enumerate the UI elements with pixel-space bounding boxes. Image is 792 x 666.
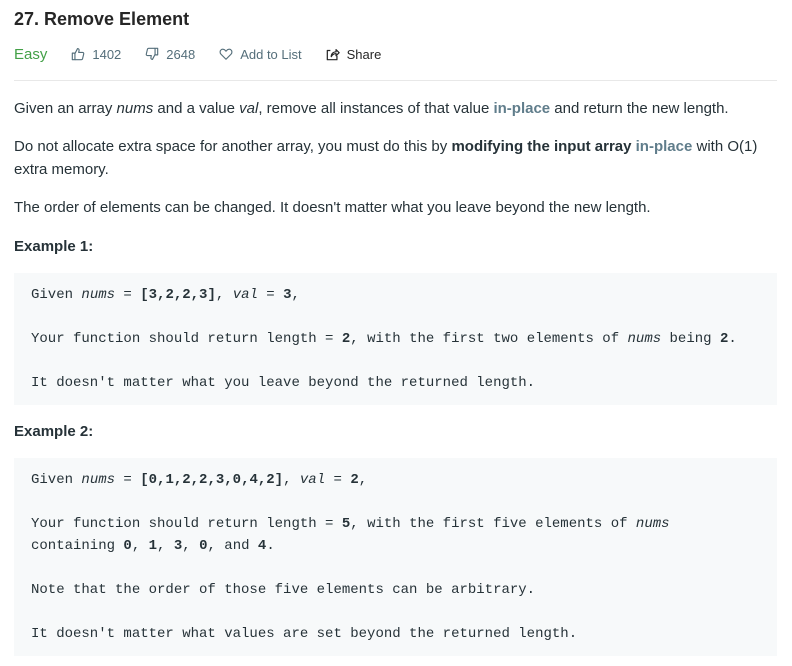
share-icon xyxy=(326,49,340,61)
code-line: It doesn't matter what values are set be… xyxy=(31,626,578,642)
difficulty-label: Easy xyxy=(14,45,48,63)
example-1-heading: Example 1: xyxy=(14,238,94,255)
code-line: It doesn't matter what you leave beyond … xyxy=(31,375,536,391)
code-line: Note that the order of those five elemen… xyxy=(31,582,536,598)
add-to-list-button[interactable]: Add to List xyxy=(219,46,302,62)
description-paragraph-2: Do not allocate extra space for another … xyxy=(14,138,758,178)
example-2-heading: Example 2: xyxy=(14,423,94,440)
description-paragraph-3: The order of elements can be changed. It… xyxy=(14,199,651,216)
thumbs-down-icon xyxy=(145,47,159,60)
dislike-count: 2648 xyxy=(166,46,196,62)
share-button[interactable]: Share xyxy=(326,46,382,62)
problem-page: 27. Remove Element Easy 1402 2648 Add to… xyxy=(0,0,792,666)
code-line: Your function should return length = 5, … xyxy=(31,516,670,532)
example-1-code-block: Given nums = [3,2,2,3], val = 3, Your fu… xyxy=(14,273,777,405)
problem-meta-bar: Easy 1402 2648 Add to List Share xyxy=(14,44,405,64)
code-line: containing 0, 1, 3, 0, and 4. xyxy=(31,538,275,554)
problem-title: 27. Remove Element xyxy=(14,9,190,29)
divider xyxy=(14,80,777,81)
like-count: 1402 xyxy=(92,46,122,62)
description-paragraph-1: Given an array nums and a value val, rem… xyxy=(14,100,729,117)
share-label: Share xyxy=(346,46,382,62)
code-line: Given nums = [0,1,2,2,3,0,4,2], val = 2, xyxy=(31,472,368,488)
heart-icon xyxy=(219,48,233,60)
example-2-code-block: Given nums = [0,1,2,2,3,0,4,2], val = 2,… xyxy=(14,458,777,656)
like-button[interactable]: 1402 xyxy=(71,47,121,62)
in-place-link[interactable]: in-place xyxy=(493,100,550,117)
code-line: Given nums = [3,2,2,3], val = 3, xyxy=(31,287,300,303)
in-place-link[interactable]: in-place xyxy=(636,138,693,155)
add-to-list-label: Add to List xyxy=(240,46,302,62)
code-line: Your function should return length = 2, … xyxy=(31,331,737,347)
thumbs-up-icon xyxy=(72,48,85,61)
dislike-button[interactable]: 2648 xyxy=(145,47,195,62)
